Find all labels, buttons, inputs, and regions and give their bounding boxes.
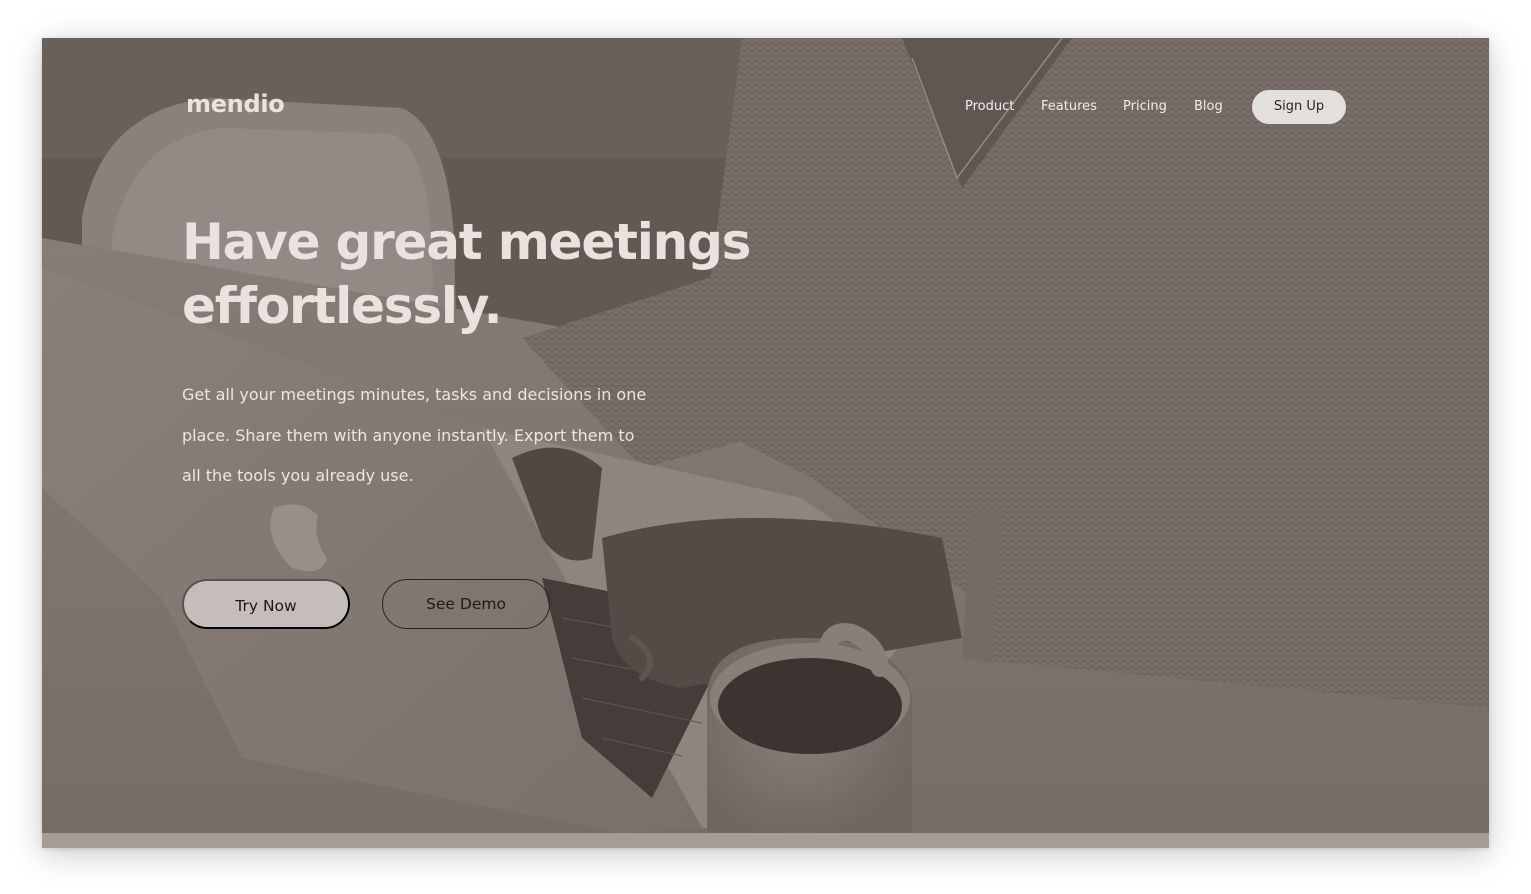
hero-headline-line1: Have great meetings <box>182 213 751 271</box>
try-now-button[interactable]: Try Now <box>182 579 350 629</box>
hero-subtext-line3: all the tools you already use. <box>182 466 414 485</box>
nav-link-pricing[interactable]: Pricing <box>1123 99 1167 114</box>
hero-headline: Have great meetings effortlessly. <box>182 210 822 338</box>
nav-link-features[interactable]: Features <box>1041 99 1097 114</box>
see-demo-button[interactable]: See Demo <box>382 579 550 629</box>
brand-logo[interactable]: mendio <box>186 90 285 118</box>
hero-subtext-line1: Get all your meetings minutes, tasks and… <box>182 385 647 404</box>
bottom-strip <box>42 833 1489 848</box>
hero-subtext: Get all your meetings minutes, tasks and… <box>182 375 662 497</box>
signup-button[interactable]: Sign Up <box>1252 90 1346 124</box>
hero-section: mendio Product Features Pricing Blog Sig… <box>42 38 1489 848</box>
hero-headline-line2: effortlessly. <box>182 277 503 335</box>
nav-link-blog[interactable]: Blog <box>1194 99 1223 114</box>
nav-link-product[interactable]: Product <box>965 99 1014 114</box>
hero-subtext-line2: place. Share them with anyone instantly.… <box>182 425 635 445</box>
